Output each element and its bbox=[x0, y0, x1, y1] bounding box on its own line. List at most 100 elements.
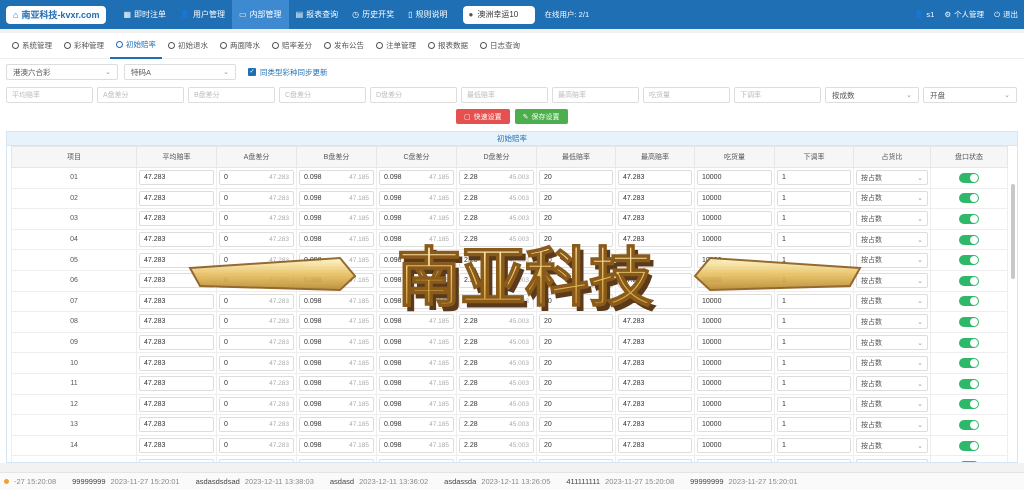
min-odds-input[interactable]: 20 bbox=[539, 438, 613, 454]
user-account[interactable]: 👤 s1 bbox=[914, 10, 934, 19]
down-rate-input[interactable]: 1 bbox=[777, 376, 851, 392]
status-toggle[interactable] bbox=[959, 337, 979, 348]
tab-9[interactable]: 日志查询 bbox=[474, 33, 526, 59]
eat-amount-input[interactable]: 10000 bbox=[697, 335, 772, 351]
nav-item-internal[interactable]: ▭ 内部管理 bbox=[232, 0, 289, 29]
status-toggle[interactable] bbox=[959, 316, 979, 327]
d-diff-input[interactable]: 2.2845.003 bbox=[459, 458, 534, 462]
status-toggle[interactable] bbox=[959, 193, 979, 204]
nav-item-history[interactable]: ◷ 历史开奖 bbox=[345, 0, 401, 29]
max-odds-input[interactable]: 最高赔率 bbox=[552, 87, 639, 103]
tab-5[interactable]: 赔率差分 bbox=[266, 33, 318, 59]
d-diff-input[interactable]: 2.2845.003 bbox=[459, 396, 534, 412]
b-diff-input[interactable]: 0.098 47.185 bbox=[299, 376, 374, 392]
nav-item-reports[interactable]: ▤ 报表查询 bbox=[289, 0, 346, 29]
min-odds-input[interactable]: 最低赔率 bbox=[461, 87, 548, 103]
down-rate-input[interactable]: 1 bbox=[777, 417, 851, 433]
status-toggle[interactable] bbox=[959, 234, 979, 245]
ratio-select[interactable]: 按占数 ⌄ bbox=[856, 335, 928, 351]
a-diff-input[interactable]: 0 47.283 bbox=[219, 376, 294, 392]
down-rate-input[interactable]: 1 bbox=[777, 355, 851, 371]
personal-manage-link[interactable]: ⚙ 个人管理 bbox=[944, 9, 984, 20]
min-odds-input[interactable]: 20 bbox=[539, 355, 613, 371]
ratio-select[interactable]: 按成数 ⌄ bbox=[825, 87, 919, 103]
avg-odds-input[interactable]: 47.283 bbox=[139, 355, 214, 371]
eat-amount-input[interactable]: 10000 bbox=[697, 190, 772, 206]
max-odds-input[interactable]: 47.283 bbox=[618, 396, 692, 412]
max-odds-input[interactable]: 47.283 bbox=[618, 170, 692, 186]
b-diff-input[interactable]: 0.098 47.185 bbox=[299, 396, 374, 412]
status-toggle[interactable] bbox=[959, 399, 979, 410]
c-diff-input[interactable]: 0.09847.185 bbox=[379, 417, 454, 433]
tab-0[interactable]: 系统管理 bbox=[6, 33, 58, 59]
ratio-select[interactable]: 按占数 ⌄ bbox=[856, 170, 928, 186]
avg-odds-input[interactable]: 47.283 bbox=[139, 190, 214, 206]
b-diff-input[interactable]: 0.098 47.185 bbox=[299, 211, 374, 227]
status-toggle[interactable] bbox=[959, 461, 979, 462]
sync-checkbox[interactable]: ✓ 同类型彩种同步更新 bbox=[248, 67, 328, 78]
max-odds-input[interactable]: 47.283 bbox=[618, 190, 692, 206]
ratio-select[interactable]: 按占数 ⌄ bbox=[856, 190, 928, 206]
c-diff-input[interactable]: 0.09847.185 bbox=[379, 376, 454, 392]
eat-amount-input[interactable]: 10000 bbox=[697, 396, 772, 412]
avg-odds-input[interactable]: 47.283 bbox=[139, 170, 214, 186]
a-diff-input[interactable]: 0 47.283 bbox=[219, 438, 294, 454]
down-rate-input[interactable]: 1 bbox=[777, 438, 851, 454]
save-set-button[interactable]: ✎ 保存设置 bbox=[514, 109, 568, 124]
lottery-select[interactable]: 港澳六合彩 ⌄ bbox=[6, 64, 118, 80]
status-toggle[interactable] bbox=[959, 378, 979, 389]
max-odds-input[interactable]: 47.283 bbox=[618, 417, 692, 433]
avg-odds-input[interactable]: 47.283 bbox=[139, 335, 214, 351]
status-toggle[interactable] bbox=[959, 419, 979, 430]
ratio-select[interactable]: 按占数 ⌄ bbox=[856, 376, 928, 392]
tab-4[interactable]: 两面降水 bbox=[214, 33, 266, 59]
down-rate-input[interactable]: 下调率 bbox=[734, 87, 821, 103]
ratio-select[interactable]: 按占数 ⌄ bbox=[856, 211, 928, 227]
c-diff-input[interactable]: 0.09847.185 bbox=[379, 190, 454, 206]
down-rate-input[interactable]: 1 bbox=[777, 211, 851, 227]
min-odds-input[interactable]: 20 bbox=[539, 211, 613, 227]
min-odds-input[interactable]: 20 bbox=[539, 170, 613, 186]
max-odds-input[interactable]: 47.283 bbox=[618, 211, 692, 227]
b-diff-input[interactable]: 0.098 47.185 bbox=[299, 335, 374, 351]
a-diff-input[interactable]: 0 47.283 bbox=[219, 170, 294, 186]
eat-amount-input[interactable]: 10000 bbox=[697, 211, 772, 227]
eat-amount-input[interactable]: 10000 bbox=[697, 438, 772, 454]
d-diff-input[interactable]: 2.2845.003 bbox=[459, 355, 534, 371]
d-diff-input[interactable]: 2.2845.003 bbox=[459, 170, 534, 186]
min-odds-input[interactable]: 20 bbox=[539, 417, 613, 433]
eat-amount-input[interactable]: 10000 bbox=[697, 376, 772, 392]
b-diff-input[interactable]: 0.098 47.185 bbox=[299, 190, 374, 206]
down-rate-input[interactable]: 1 bbox=[777, 458, 851, 462]
eat-amount-input[interactable]: 10000 bbox=[697, 458, 772, 462]
down-rate-input[interactable]: 1 bbox=[777, 335, 851, 351]
tab-1[interactable]: 彩种管理 bbox=[58, 33, 110, 59]
down-rate-input[interactable]: 1 bbox=[777, 396, 851, 412]
c-diff-input[interactable]: C盘差分 bbox=[279, 87, 366, 103]
logo[interactable]: ⌂ 南亚科技-kvxr.com bbox=[6, 5, 107, 24]
avg-odds-input[interactable]: 47.283 bbox=[139, 211, 214, 227]
ratio-select[interactable]: 按占数 ⌄ bbox=[856, 396, 928, 412]
min-odds-input[interactable]: 20 bbox=[539, 396, 613, 412]
status-toggle[interactable] bbox=[959, 440, 979, 451]
status-toggle[interactable] bbox=[959, 275, 979, 286]
logout-link[interactable]: ⏻ 退出 bbox=[994, 9, 1018, 20]
status-toggle[interactable] bbox=[959, 213, 979, 224]
nav-item-users[interactable]: 👤 用户管理 bbox=[173, 0, 232, 29]
a-diff-input[interactable]: 0 47.283 bbox=[219, 335, 294, 351]
status-select[interactable]: 开盘 ⌄ bbox=[923, 87, 1017, 103]
d-diff-input[interactable]: 2.2845.003 bbox=[459, 417, 534, 433]
tab-8[interactable]: 报表数据 bbox=[422, 33, 474, 59]
c-diff-input[interactable]: 0.09847.185 bbox=[379, 396, 454, 412]
d-diff-input[interactable]: 2.2845.003 bbox=[459, 211, 534, 227]
c-diff-input[interactable]: 0.09847.185 bbox=[379, 458, 454, 462]
a-diff-input[interactable]: 0 47.283 bbox=[219, 355, 294, 371]
status-toggle[interactable] bbox=[959, 255, 979, 266]
max-odds-input[interactable]: 47.283 bbox=[618, 458, 692, 462]
tab-3[interactable]: 初始退水 bbox=[162, 33, 214, 59]
d-diff-input[interactable]: D盘差分 bbox=[370, 87, 457, 103]
min-odds-input[interactable]: 20 bbox=[539, 335, 613, 351]
quick-set-button[interactable]: ▢ 快速设置 bbox=[456, 109, 510, 124]
c-diff-input[interactable]: 0.09847.185 bbox=[379, 211, 454, 227]
c-diff-input[interactable]: 0.09847.185 bbox=[379, 355, 454, 371]
